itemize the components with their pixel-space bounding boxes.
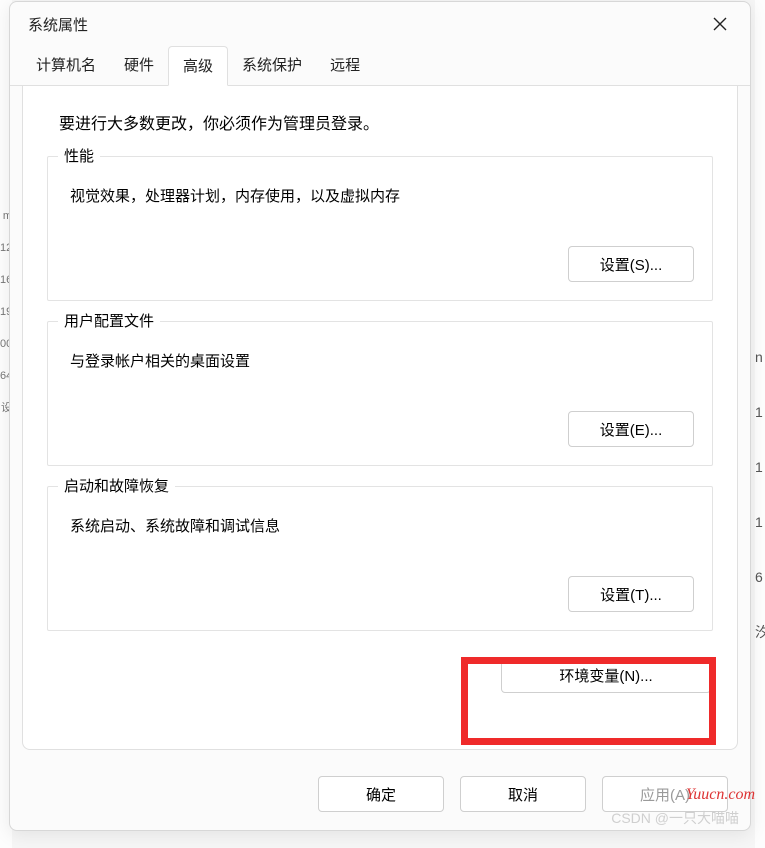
group-startup-desc: 系统启动、系统故障和调试信息 [70,515,694,536]
group-performance-title: 性能 [58,145,100,166]
tab-system-protection[interactable]: 系统保护 [228,46,316,85]
startup-settings-button[interactable]: 设置(T)... [568,576,694,612]
ok-button[interactable]: 确定 [318,776,444,812]
close-button[interactable] [698,6,742,42]
group-userprofile-title: 用户配置文件 [58,310,160,331]
group-performance-desc: 视觉效果，处理器计划，内存使用，以及虚拟内存 [70,185,694,206]
tab-content-advanced: 要进行大多数更改，你必须作为管理员登录。 性能 视觉效果，处理器计划，内存使用，… [22,86,738,750]
backdrop-right: n 1 1 1 6 汐 [755,0,765,848]
environment-variables-button[interactable]: 环境变量(N)... [501,657,711,693]
tab-row: 计算机名 硬件 高级 系统保护 远程 [10,46,750,86]
dialog-footer: 确定 取消 应用(A) [10,762,750,830]
apply-button[interactable]: 应用(A) [602,776,728,812]
system-properties-dialog: 系统属性 计算机名 硬件 高级 系统保护 远程 要进行大多数更改，你必须作为管理… [9,1,751,831]
close-icon [713,17,727,31]
tab-computer-name[interactable]: 计算机名 [22,46,110,85]
group-performance: 性能 视觉效果，处理器计划，内存使用，以及虚拟内存 设置(S)... [47,156,713,301]
performance-settings-button[interactable]: 设置(S)... [568,246,694,282]
admin-notice: 要进行大多数更改，你必须作为管理员登录。 [59,110,713,134]
window-title: 系统属性 [28,14,88,35]
tab-advanced[interactable]: 高级 [168,46,228,86]
tab-hardware[interactable]: 硬件 [110,46,168,85]
userprofile-settings-button[interactable]: 设置(E)... [568,411,694,447]
titlebar: 系统属性 [10,2,750,46]
tab-remote[interactable]: 远程 [316,46,374,85]
cancel-button[interactable]: 取消 [460,776,586,812]
group-userprofile-desc: 与登录帐户相关的桌面设置 [70,350,694,371]
group-startup: 启动和故障恢复 系统启动、系统故障和调试信息 设置(T)... [47,486,713,631]
group-startup-title: 启动和故障恢复 [58,475,175,496]
group-userprofile: 用户配置文件 与登录帐户相关的桌面设置 设置(E)... [47,321,713,466]
